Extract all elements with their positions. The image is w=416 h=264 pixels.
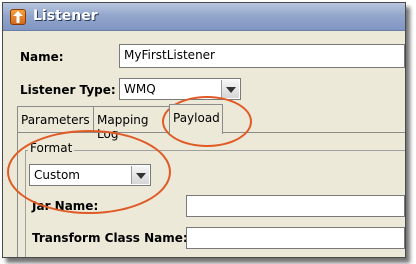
format-legend: Format <box>28 141 75 155</box>
listener-app-icon <box>10 9 26 25</box>
transform-class-label: Transform Class Name: <box>32 231 188 245</box>
jar-name-input[interactable] <box>186 195 405 217</box>
listener-window: Listener Name: MyFirstListener Listener … <box>2 2 406 258</box>
jar-name-label: Jar Name: <box>32 199 99 213</box>
window-title: Listener <box>33 8 98 24</box>
chevron-down-icon[interactable] <box>221 80 239 98</box>
tab-payload[interactable]: Payload <box>169 104 223 134</box>
transform-class-input[interactable] <box>186 227 405 249</box>
listener-type-value: WMQ <box>124 82 156 96</box>
chevron-down-icon[interactable] <box>131 166 149 184</box>
title-bar[interactable]: Listener <box>3 3 405 31</box>
name-input[interactable]: MyFirstListener <box>119 44 405 68</box>
tab-mapping-log[interactable]: Mapping Log <box>93 106 170 141</box>
listener-type-label: Listener Type: <box>20 83 116 97</box>
format-select[interactable]: Custom <box>29 164 151 186</box>
listener-type-select[interactable]: WMQ <box>119 78 241 100</box>
name-label: Name: <box>20 50 64 64</box>
tab-parameters[interactable]: Parameters <box>17 106 94 132</box>
format-value: Custom <box>34 168 80 182</box>
